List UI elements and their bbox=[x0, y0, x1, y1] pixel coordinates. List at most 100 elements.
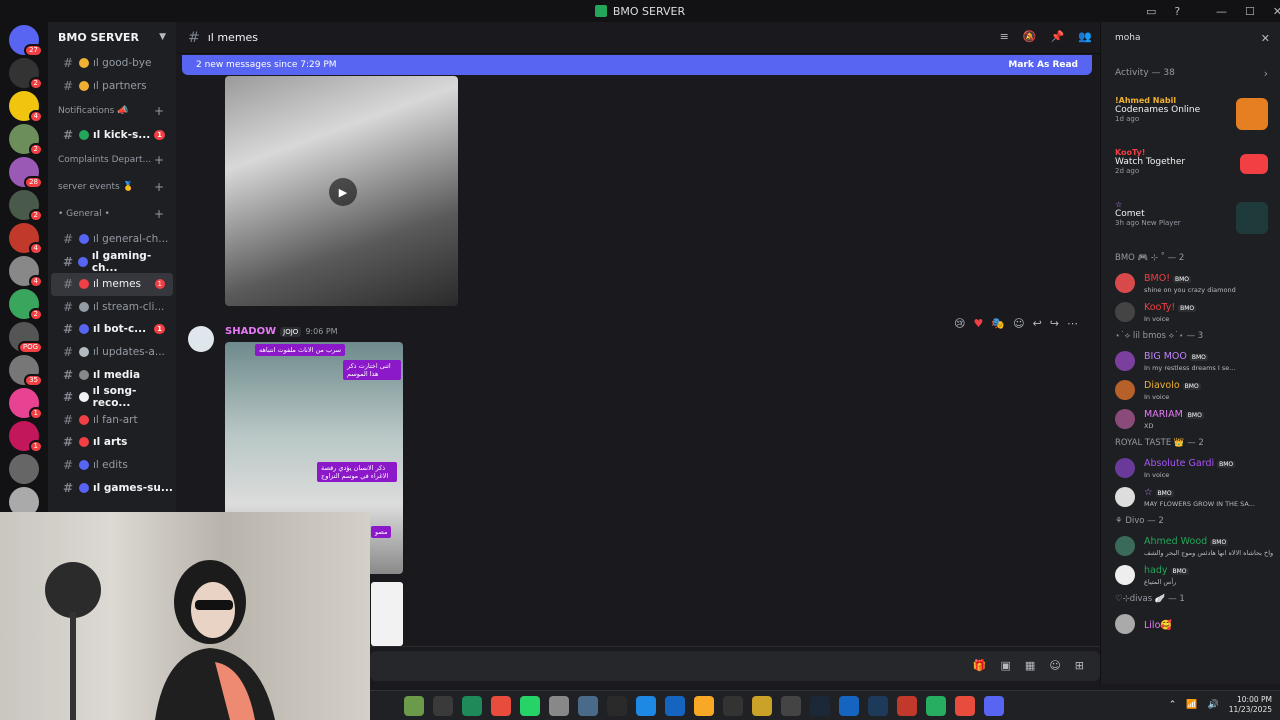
member-item[interactable]: Absolute Gardi BMO In voice bbox=[1101, 453, 1280, 482]
member-item[interactable]: Lilo🥰 bbox=[1101, 609, 1280, 638]
channel-category[interactable]: server events 🥇 + bbox=[48, 174, 176, 201]
taskbar-app-icon[interactable] bbox=[926, 696, 946, 716]
taskbar-app-icon[interactable] bbox=[578, 696, 598, 716]
minimize-button[interactable]: — bbox=[1216, 5, 1227, 18]
taskbar-app-icon[interactable] bbox=[665, 696, 685, 716]
taskbar-app-icon[interactable] bbox=[868, 696, 888, 716]
channel-item[interactable]: # ıl arts bbox=[51, 431, 173, 454]
taskbar-app-icon[interactable] bbox=[781, 696, 801, 716]
channel-item[interactable]: # ıl memes 1 bbox=[51, 272, 173, 296]
server-icon[interactable]: 2 bbox=[9, 289, 43, 321]
member-item[interactable]: BIG MOO BMO In my restless dreams I se... bbox=[1101, 346, 1280, 375]
close-button[interactable]: ✕ bbox=[1273, 5, 1280, 18]
plus-icon[interactable]: + bbox=[154, 104, 164, 118]
server-icon[interactable]: 1 bbox=[9, 388, 43, 420]
chevron-up-icon[interactable]: ⌃ bbox=[1169, 700, 1177, 710]
server-icon[interactable]: 2 bbox=[9, 58, 43, 90]
member-item[interactable]: BMO! BMO shine on you crazy diamond bbox=[1101, 268, 1280, 297]
heart-react-icon[interactable]: ♥ bbox=[974, 317, 984, 330]
channel-category[interactable]: • General • + bbox=[48, 201, 176, 228]
server-icon[interactable]: 4 bbox=[9, 223, 43, 255]
close-icon[interactable]: ✕ bbox=[1261, 32, 1270, 45]
add-reaction-icon[interactable]: ☺ bbox=[1013, 317, 1024, 330]
channel-item[interactable]: # ıl stream-cli... bbox=[51, 296, 173, 319]
activity-item[interactable]: !Ahmed Nabil Codenames Online 1d ago bbox=[1101, 92, 1280, 144]
taskbar-app-icon[interactable] bbox=[984, 696, 1004, 716]
help-icon[interactable]: ? bbox=[1174, 5, 1180, 18]
server-icon[interactable]: 2 bbox=[9, 124, 43, 156]
taskbar-app-icon[interactable] bbox=[955, 696, 975, 716]
member-item[interactable]: KooTy! BMO In voice bbox=[1101, 297, 1280, 326]
play-icon[interactable]: ▶ bbox=[329, 178, 357, 206]
volume-icon[interactable]: 🔊 bbox=[1208, 700, 1219, 710]
gift-icon[interactable]: 🎁 bbox=[973, 659, 987, 672]
mute-icon[interactable]: 🔕 bbox=[1023, 30, 1037, 43]
taskbar-app-icon[interactable] bbox=[491, 696, 511, 716]
channel-item[interactable]: # ıl kick-s... 1 bbox=[51, 124, 173, 147]
image-attachment[interactable] bbox=[371, 582, 403, 646]
emoji-react-icon[interactable]: 🎭 bbox=[991, 317, 1005, 330]
member-item[interactable]: hady BMO رأس المتياع bbox=[1101, 560, 1280, 589]
pin-icon[interactable]: 📌 bbox=[1051, 30, 1065, 43]
video-attachment[interactable]: ▶ bbox=[225, 76, 458, 306]
activity-item[interactable]: ☆ Comet 3h ago New Player bbox=[1101, 196, 1280, 248]
activity-item[interactable]: KooTy! Watch Together 2d ago bbox=[1101, 144, 1280, 196]
gif-icon[interactable]: ▣ bbox=[1001, 659, 1011, 672]
server-icon[interactable] bbox=[9, 454, 39, 484]
channel-item[interactable]: # ıl games-su... bbox=[51, 476, 173, 499]
channel-item[interactable]: # ıl fan-art bbox=[51, 409, 173, 432]
taskbar-app-icon[interactable] bbox=[404, 696, 424, 716]
channel-item[interactable]: # ıl good-bye bbox=[51, 52, 173, 75]
plus-icon[interactable]: + bbox=[154, 180, 164, 194]
sticker-icon[interactable]: ▦ bbox=[1025, 659, 1035, 672]
taskbar-app-icon[interactable] bbox=[839, 696, 859, 716]
apps-icon[interactable]: ⊞ bbox=[1075, 659, 1084, 672]
channel-category[interactable]: Complaints Depart... + bbox=[48, 147, 176, 174]
server-icon[interactable]: POG bbox=[9, 322, 43, 354]
server-icon[interactable]: 27 bbox=[9, 25, 43, 57]
server-icon[interactable]: 4 bbox=[9, 256, 43, 288]
member-item[interactable]: Ahmed Wood BMO واخ بحاشاه الالاه انها هادئ… bbox=[1101, 531, 1280, 560]
threads-icon[interactable]: ≡ bbox=[1000, 30, 1009, 43]
mark-as-read-button[interactable]: Mark As Read bbox=[1008, 60, 1078, 70]
clock[interactable]: 10:00 PM 11/23/2025 bbox=[1229, 695, 1272, 715]
search-input[interactable]: moha ✕ bbox=[1101, 22, 1280, 54]
server-icon[interactable]: 4 bbox=[9, 91, 43, 123]
activity-header[interactable]: Activity — 38 › bbox=[1101, 54, 1280, 92]
member-item[interactable]: ☆ BMO MAY FLOWERS GROW IN THE SA... bbox=[1101, 482, 1280, 511]
taskbar-app-icon[interactable] bbox=[520, 696, 540, 716]
forward-icon[interactable]: ↪ bbox=[1050, 317, 1059, 330]
server-icon[interactable]: 2 bbox=[9, 190, 43, 222]
member-item[interactable]: Diavolo BMO In voice bbox=[1101, 375, 1280, 404]
maximize-button[interactable]: ☐ bbox=[1245, 5, 1255, 18]
member-item[interactable]: MARIAM BMO XD bbox=[1101, 404, 1280, 433]
avatar[interactable] bbox=[188, 326, 214, 352]
taskbar-app-icon[interactable] bbox=[462, 696, 482, 716]
taskbar-app-icon[interactable] bbox=[549, 696, 569, 716]
emoji-react-icon[interactable]: 😢 bbox=[954, 317, 965, 330]
message-author[interactable]: SHADOW bbox=[225, 326, 276, 337]
server-icon[interactable]: 35 bbox=[9, 355, 43, 387]
taskbar-app-icon[interactable] bbox=[752, 696, 772, 716]
new-messages-banner[interactable]: 2 new messages since 7:29 PM Mark As Rea… bbox=[182, 55, 1092, 75]
taskbar-app-icon[interactable] bbox=[723, 696, 743, 716]
taskbar-app-icon[interactable] bbox=[607, 696, 627, 716]
members-icon[interactable]: 👥 bbox=[1078, 30, 1092, 43]
channel-item[interactable]: # ıl edits bbox=[51, 454, 173, 477]
wifi-icon[interactable]: 📶 bbox=[1186, 700, 1197, 710]
reply-icon[interactable]: ↩ bbox=[1033, 317, 1042, 330]
more-icon[interactable]: ⋯ bbox=[1067, 317, 1078, 330]
channel-category[interactable]: Notifications 📣 + bbox=[48, 97, 176, 124]
server-icon[interactable] bbox=[9, 487, 39, 512]
plus-icon[interactable]: + bbox=[154, 207, 164, 221]
plus-icon[interactable]: + bbox=[154, 153, 164, 167]
channel-item[interactable]: # ıl media bbox=[51, 363, 173, 386]
channel-item[interactable]: # ıl gaming-ch... bbox=[51, 250, 173, 274]
taskbar-app-icon[interactable] bbox=[433, 696, 453, 716]
server-icon[interactable]: 1 bbox=[9, 421, 43, 453]
taskbar-app-icon[interactable] bbox=[636, 696, 656, 716]
server-header[interactable]: BMO SERVER ▼ bbox=[48, 22, 176, 52]
taskbar-app-icon[interactable] bbox=[810, 696, 830, 716]
channel-item[interactable]: # ıl bot-c... 1 bbox=[51, 318, 173, 341]
channel-item[interactable]: # ıl song-reco... bbox=[51, 385, 173, 409]
